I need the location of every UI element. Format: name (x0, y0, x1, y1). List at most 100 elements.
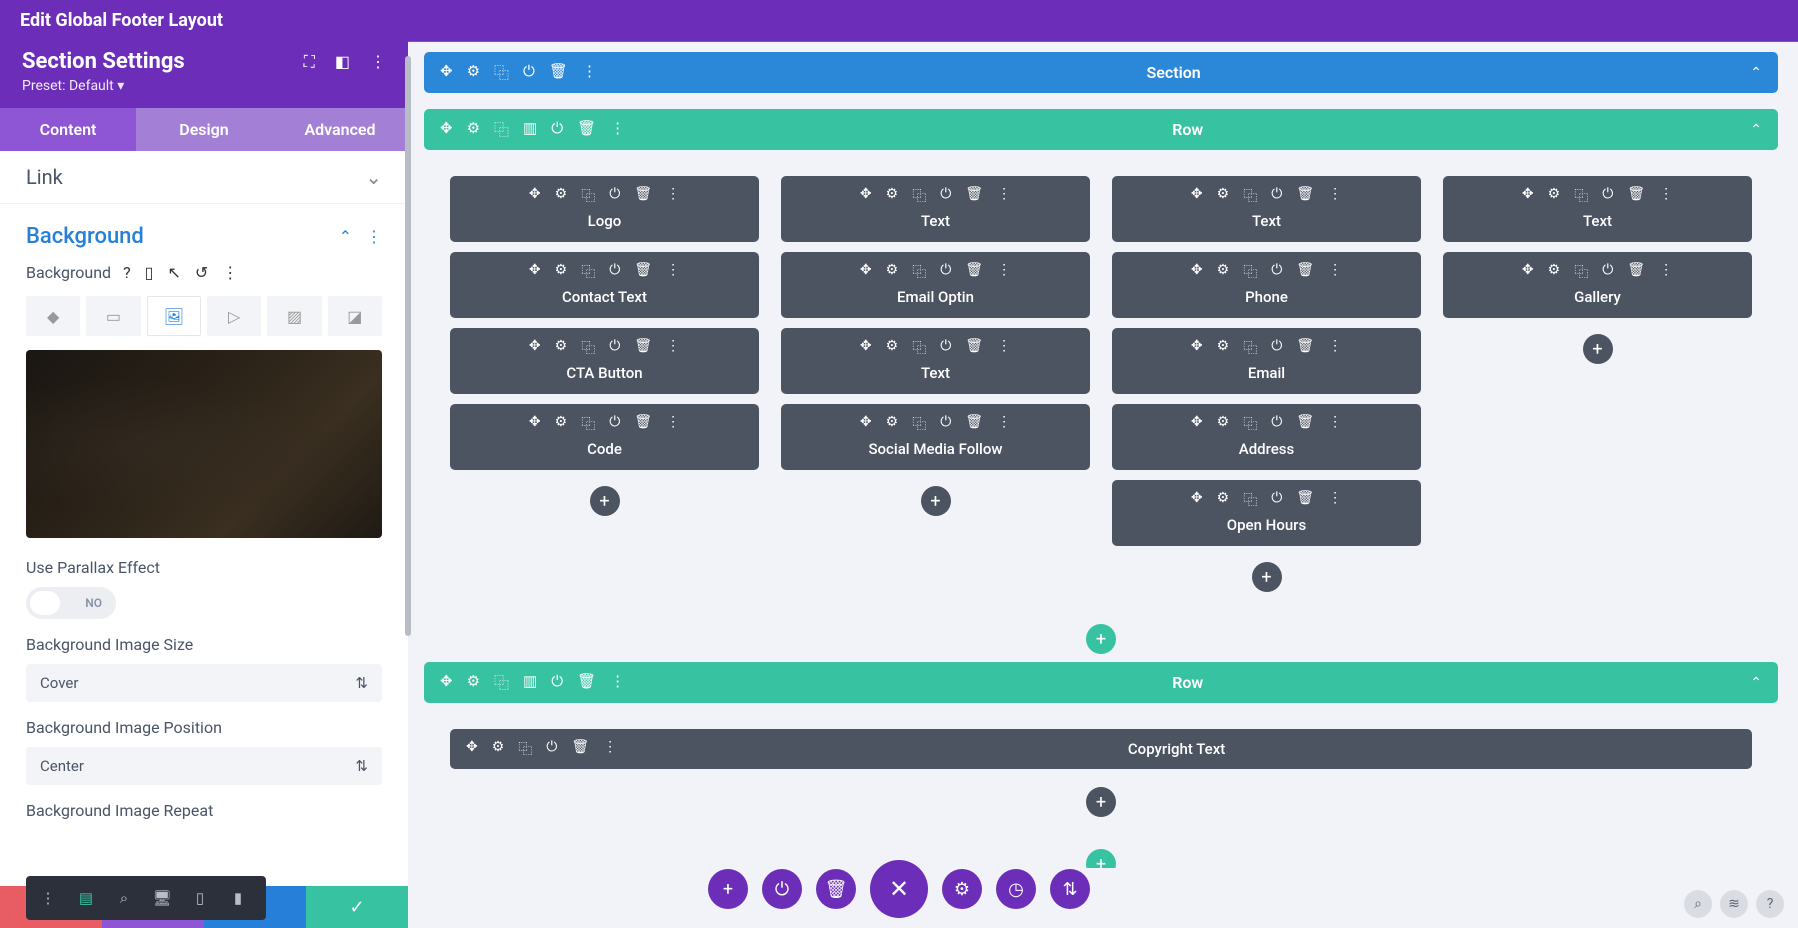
trash-icon[interactable]: 🗑 (965, 414, 983, 434)
move-icon[interactable]: ✥ (1522, 262, 1534, 282)
gear-icon[interactable]: ⚙ (555, 262, 568, 282)
move-icon[interactable]: ✥ (860, 262, 872, 282)
add-module-button[interactable]: + (1252, 562, 1282, 592)
help-icon[interactable]: ? (1756, 890, 1784, 918)
power-icon[interactable]: ⏻ (546, 739, 557, 759)
more-icon[interactable]: ⋮ (997, 262, 1011, 282)
duplicate-icon[interactable]: ⿻ (1243, 186, 1257, 206)
more-icon[interactable]: ⋮ (1659, 262, 1673, 282)
expand-icon[interactable]: ⛶ (304, 52, 315, 72)
more-icon[interactable]: ⋮ (666, 262, 680, 282)
trash-icon[interactable]: 🗑 (1627, 186, 1645, 206)
layers-icon[interactable]: ≋ (1720, 890, 1748, 918)
power-button[interactable]: ⏻ (762, 869, 802, 909)
module-block[interactable]: ✥ ⚙ ⿻ ⏻ 🗑 ⋮ Copyright Text (450, 729, 1752, 769)
power-icon[interactable]: ⏻ (609, 262, 620, 282)
trash-icon[interactable]: 🗑 (1296, 414, 1314, 434)
bg-size-select[interactable]: Cover ⇅ (26, 664, 382, 702)
bg-color-tab[interactable]: ◆ (26, 296, 80, 336)
gear-icon[interactable]: ⚙ (1217, 414, 1230, 434)
power-icon[interactable]: ⏻ (609, 414, 620, 434)
gear-icon[interactable]: ⚙ (555, 414, 568, 434)
trash-icon[interactable]: 🗑 (549, 62, 568, 83)
module-block[interactable]: ✥ ⚙ ⿻ ⏻ 🗑 ⋮ CTA Button (450, 328, 759, 394)
move-icon[interactable]: ✥ (1522, 186, 1534, 206)
zoom-icon[interactable]: ⌕ (108, 882, 140, 914)
trash-button[interactable]: 🗑 (816, 869, 856, 909)
move-icon[interactable]: ✥ (1191, 490, 1203, 510)
move-icon[interactable]: ✥ (440, 62, 453, 83)
trash-icon[interactable]: 🗑 (571, 739, 589, 759)
trash-icon[interactable]: 🗑 (634, 186, 652, 206)
power-icon[interactable]: ⏻ (609, 338, 620, 358)
gear-icon[interactable]: ⚙ (886, 338, 899, 358)
more-icon[interactable]: ⋮ (610, 119, 625, 140)
parallax-toggle[interactable]: NO (26, 587, 116, 619)
module-block[interactable]: ✥ ⚙ ⿻ ⏻ 🗑 ⋮ Text (781, 176, 1090, 242)
duplicate-icon[interactable]: ⿻ (494, 62, 509, 83)
gear-icon[interactable]: ⚙ (555, 338, 568, 358)
chevron-up-icon[interactable]: ⌃ (1750, 675, 1762, 691)
add-row-button[interactable]: + (1086, 849, 1116, 868)
swap-button[interactable]: ⇅ (1050, 869, 1090, 909)
power-icon[interactable]: ⏻ (940, 262, 951, 282)
duplicate-icon[interactable]: ⿻ (1574, 186, 1588, 206)
module-block[interactable]: ✥ ⚙ ⿻ ⏻ 🗑 ⋮ Text (1112, 176, 1421, 242)
move-icon[interactable]: ✥ (440, 672, 453, 693)
reset-icon[interactable]: ↺ (195, 263, 208, 282)
tab-advanced[interactable]: Advanced (272, 108, 408, 151)
more-icon[interactable]: ⋮ (1328, 186, 1342, 206)
power-icon[interactable]: ⏻ (551, 119, 563, 140)
gear-icon[interactable]: ⚙ (467, 119, 480, 140)
power-icon[interactable]: ⏻ (1271, 414, 1282, 434)
power-icon[interactable]: ⏻ (1602, 186, 1613, 206)
background-title[interactable]: Background (26, 224, 144, 249)
power-icon[interactable]: ⏻ (609, 186, 620, 206)
gear-icon[interactable]: ⚙ (1217, 186, 1230, 206)
power-icon[interactable]: ⏻ (940, 186, 951, 206)
bg-image-tab[interactable]: 🖼 (147, 296, 201, 336)
chevron-up-icon[interactable]: ⌃ (339, 227, 352, 246)
power-icon[interactable]: ⏻ (1271, 338, 1282, 358)
module-block[interactable]: ✥ ⚙ ⿻ ⏻ 🗑 ⋮ Gallery (1443, 252, 1752, 318)
duplicate-icon[interactable]: ⿻ (581, 338, 595, 358)
module-block[interactable]: ✥ ⚙ ⿻ ⏻ 🗑 ⋮ Code (450, 404, 759, 470)
duplicate-icon[interactable]: ⿻ (1243, 338, 1257, 358)
more-icon[interactable]: ⋮ (370, 52, 386, 72)
power-icon[interactable]: ⏻ (1271, 262, 1282, 282)
more-icon[interactable]: ⋮ (222, 263, 238, 282)
gear-icon[interactable]: ⚙ (555, 186, 568, 206)
power-icon[interactable]: ⏻ (940, 338, 951, 358)
preset-dropdown[interactable]: Preset: Default ▾ (22, 78, 386, 94)
power-icon[interactable]: ⏻ (1602, 262, 1613, 282)
power-icon[interactable]: ⏻ (1271, 490, 1282, 510)
trash-icon[interactable]: 🗑 (1296, 338, 1314, 358)
duplicate-icon[interactable]: ⿻ (912, 414, 926, 434)
more-icon[interactable]: ⋮ (666, 414, 680, 434)
power-icon[interactable]: ⏻ (523, 62, 535, 83)
power-icon[interactable]: ⏻ (551, 672, 563, 693)
trash-icon[interactable]: 🗑 (1296, 186, 1314, 206)
power-icon[interactable]: ⏻ (1271, 186, 1282, 206)
move-icon[interactable]: ✥ (440, 119, 453, 140)
move-icon[interactable]: ✥ (466, 739, 478, 759)
duplicate-icon[interactable]: ⿻ (1243, 414, 1257, 434)
trash-icon[interactable]: 🗑 (1296, 490, 1314, 510)
gear-icon[interactable]: ⚙ (1548, 262, 1561, 282)
duplicate-icon[interactable]: ⿻ (518, 739, 532, 759)
row-header-bar[interactable]: ✥ ⚙ ⿻ ▥ ⏻ 🗑 ⋮ Row ⌃ (424, 109, 1778, 150)
move-icon[interactable]: ✥ (860, 414, 872, 434)
move-icon[interactable]: ✥ (529, 338, 541, 358)
device-icon[interactable]: ▯ (145, 263, 154, 282)
trash-icon[interactable]: 🗑 (634, 414, 652, 434)
add-module-button[interactable]: + (921, 486, 951, 516)
duplicate-icon[interactable]: ⿻ (912, 262, 926, 282)
hover-icon[interactable]: ↖ (167, 263, 180, 282)
gear-icon[interactable]: ⚙ (1217, 262, 1230, 282)
trash-icon[interactable]: 🗑 (577, 119, 596, 140)
section-header-bar[interactable]: ✥ ⚙ ⿻ ⏻ 🗑 ⋮ Section ⌃ (424, 52, 1778, 93)
bg-mask-tab[interactable]: ◪ (328, 296, 382, 336)
add-module-button[interactable]: + (1086, 787, 1116, 817)
more-icon[interactable]: ⋮ (1328, 262, 1342, 282)
mobile-icon[interactable]: ▮ (222, 882, 254, 914)
